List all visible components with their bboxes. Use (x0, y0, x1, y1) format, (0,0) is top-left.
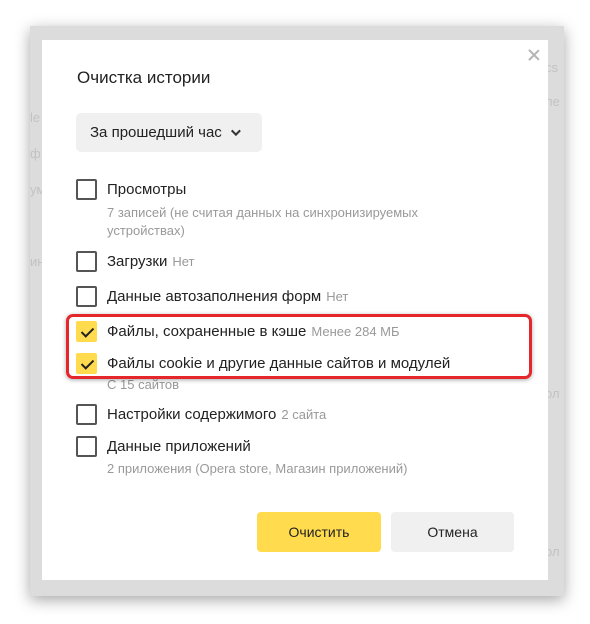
option-label: Настройки содержимого (107, 406, 277, 423)
option-label: Загрузки (107, 253, 168, 270)
content-settings-checkbox[interactable] (76, 404, 97, 425)
option-label: Данные автозаполнения форм (107, 288, 322, 305)
clear-history-dialog: Очистка истории За прошедший час Просмот… (42, 40, 548, 580)
option-autofill[interactable]: Данные автозаполнения форм Нет (76, 286, 348, 307)
option-label: Просмотры (107, 181, 187, 198)
option-description: 2 приложения (Opera store, Магазин прило… (107, 461, 408, 476)
option-hint: Нет (326, 289, 349, 304)
browsing-history-checkbox[interactable] (76, 179, 97, 200)
close-icon[interactable] (527, 48, 541, 62)
period-value: За прошедший час (90, 124, 222, 141)
option-content-settings[interactable]: Настройки содержимого 2 сайта (76, 404, 326, 425)
option-app-data[interactable]: Данные приложений (76, 436, 251, 457)
cancel-button[interactable]: Отмена (391, 512, 514, 552)
selection-highlight (66, 314, 532, 379)
chevron-down-icon (230, 126, 241, 137)
option-hint: 2 сайта (281, 407, 327, 422)
option-description: 7 записей (не считая данных на синхрониз… (107, 205, 419, 238)
autofill-checkbox[interactable] (76, 286, 97, 307)
background-text: le (30, 110, 41, 125)
background-text: ф (30, 146, 41, 161)
dialog-title: Очистка истории (77, 68, 211, 87)
period-dropdown[interactable]: За прошедший час (76, 113, 262, 152)
option-browsing-history[interactable]: Просмотры (76, 179, 186, 200)
downloads-checkbox[interactable] (76, 251, 97, 272)
option-label: Данные приложений (107, 438, 251, 455)
clear-button[interactable]: Очистить (257, 512, 381, 552)
option-downloads[interactable]: Загрузки Нет (76, 251, 195, 272)
app-data-checkbox[interactable] (76, 436, 97, 457)
option-hint: Нет (172, 254, 195, 269)
